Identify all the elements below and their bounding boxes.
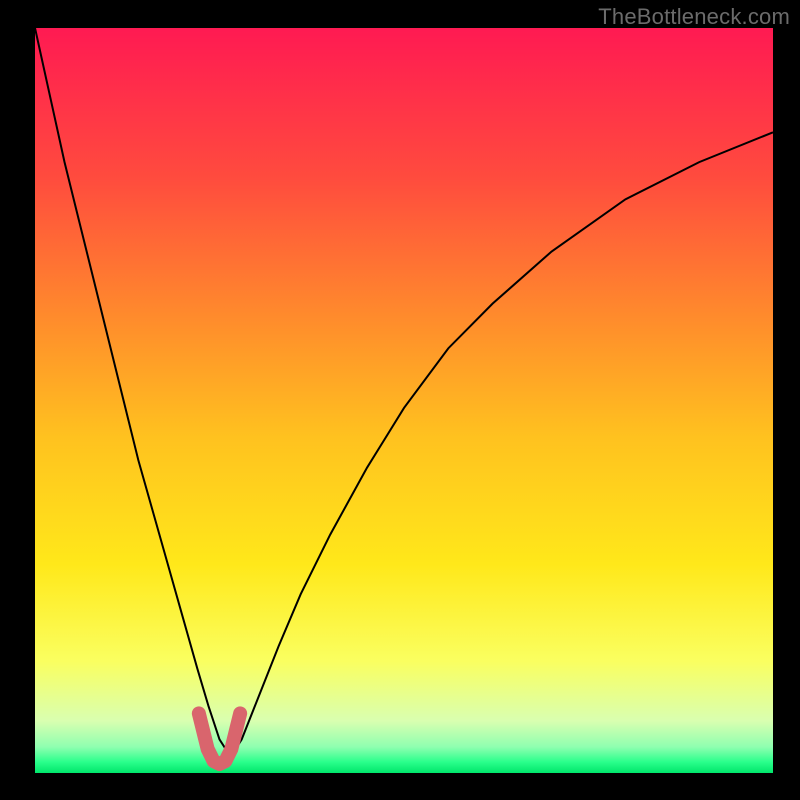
plot-background: [35, 28, 773, 773]
bottleneck-chart: [0, 0, 800, 800]
chart-frame: TheBottleneck.com: [0, 0, 800, 800]
watermark-text: TheBottleneck.com: [598, 4, 790, 30]
